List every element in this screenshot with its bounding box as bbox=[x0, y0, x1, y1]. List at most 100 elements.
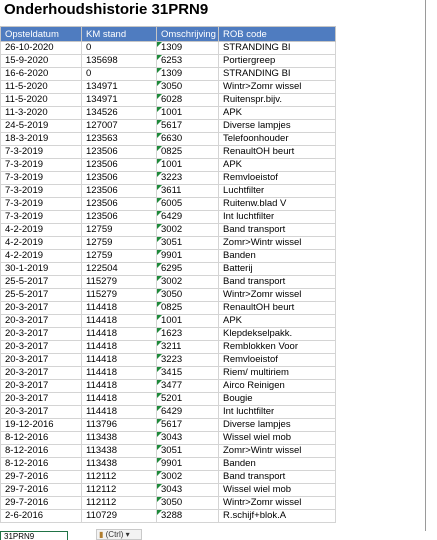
cell-rob-code[interactable]: RenaultOH beurt bbox=[218, 301, 336, 315]
column-header-omschrijving[interactable]: Omschrijving bbox=[156, 26, 219, 42]
cell-rob-code[interactable]: Banden bbox=[218, 457, 336, 471]
cell-rob-code[interactable]: Ruitenspr.bijv. bbox=[218, 93, 336, 107]
cell-opsteldatum[interactable]: 25-5-2017 bbox=[0, 288, 82, 302]
cell-rob-code[interactable]: Diverse lampjes bbox=[218, 119, 336, 133]
cell-opsteldatum[interactable]: 2-6-2016 bbox=[0, 509, 82, 523]
cell-rob-code[interactable]: Wissel wiel mob bbox=[218, 483, 336, 497]
cell-omschrijving[interactable]: 9901 bbox=[156, 457, 219, 471]
cell-opsteldatum[interactable]: 18-3-2019 bbox=[0, 132, 82, 146]
cell-omschrijving[interactable]: 1001 bbox=[156, 314, 219, 328]
cell-rob-code[interactable]: Band transport bbox=[218, 223, 336, 237]
cell-omschrijving[interactable]: 1309 bbox=[156, 41, 219, 55]
cell-rob-code[interactable]: APK bbox=[218, 106, 336, 120]
cell-rob-code[interactable]: Diverse lampjes bbox=[218, 418, 336, 432]
cell-rob-code[interactable]: APK bbox=[218, 158, 336, 172]
cell-omschrijving[interactable]: 1309 bbox=[156, 67, 219, 81]
cell-opsteldatum[interactable]: 4-2-2019 bbox=[0, 249, 82, 263]
cell-km-stand[interactable]: 123563 bbox=[81, 132, 157, 146]
cell-omschrijving[interactable]: 3223 bbox=[156, 353, 219, 367]
cell-omschrijving[interactable]: 3223 bbox=[156, 171, 219, 185]
cell-omschrijving[interactable]: 3415 bbox=[156, 366, 219, 380]
cell-omschrijving[interactable]: 0825 bbox=[156, 301, 219, 315]
cell-omschrijving[interactable]: 6429 bbox=[156, 210, 219, 224]
selected-cell[interactable]: 31PRN9 bbox=[0, 531, 68, 540]
cell-opsteldatum[interactable]: 8-12-2016 bbox=[0, 444, 82, 458]
column-header-opsteldatum[interactable]: Opsteldatum bbox=[0, 26, 82, 42]
cell-opsteldatum[interactable]: 30-1-2019 bbox=[0, 262, 82, 276]
cell-opsteldatum[interactable]: 29-7-2016 bbox=[0, 496, 82, 510]
cell-omschrijving[interactable]: 3211 bbox=[156, 340, 219, 354]
cell-rob-code[interactable]: Remblokken Voor bbox=[218, 340, 336, 354]
cell-rob-code[interactable]: RenaultOH beurt bbox=[218, 145, 336, 159]
cell-omschrijving[interactable]: 3288 bbox=[156, 509, 219, 523]
cell-opsteldatum[interactable]: 20-3-2017 bbox=[0, 301, 82, 315]
cell-km-stand[interactable]: 12759 bbox=[81, 223, 157, 237]
cell-omschrijving[interactable]: 3002 bbox=[156, 223, 219, 237]
cell-rob-code[interactable]: Telefoonhouder bbox=[218, 132, 336, 146]
cell-opsteldatum[interactable]: 11-3-2020 bbox=[0, 106, 82, 120]
cell-opsteldatum[interactable]: 7-3-2019 bbox=[0, 158, 82, 172]
cell-rob-code[interactable]: Zomr>Wintr wissel bbox=[218, 236, 336, 250]
cell-rob-code[interactable]: Band transport bbox=[218, 275, 336, 289]
cell-omschrijving[interactable]: 3043 bbox=[156, 431, 219, 445]
cell-rob-code[interactable]: Ruitenw.blad V bbox=[218, 197, 336, 211]
cell-km-stand[interactable]: 112112 bbox=[81, 470, 157, 484]
cell-opsteldatum[interactable]: 11-5-2020 bbox=[0, 80, 82, 94]
cell-km-stand[interactable]: 134971 bbox=[81, 80, 157, 94]
cell-omschrijving[interactable]: 3050 bbox=[156, 288, 219, 302]
cell-km-stand[interactable]: 113796 bbox=[81, 418, 157, 432]
cell-opsteldatum[interactable]: 20-3-2017 bbox=[0, 366, 82, 380]
cell-opsteldatum[interactable]: 4-2-2019 bbox=[0, 236, 82, 250]
cell-km-stand[interactable]: 114418 bbox=[81, 301, 157, 315]
cell-km-stand[interactable]: 12759 bbox=[81, 249, 157, 263]
cell-opsteldatum[interactable]: 7-3-2019 bbox=[0, 145, 82, 159]
column-header-km-stand[interactable]: KM stand bbox=[81, 26, 157, 42]
cell-omschrijving[interactable]: 6028 bbox=[156, 93, 219, 107]
cell-omschrijving[interactable]: 1001 bbox=[156, 158, 219, 172]
cell-omschrijving[interactable]: 6253 bbox=[156, 54, 219, 68]
cell-omschrijving[interactable]: 1001 bbox=[156, 106, 219, 120]
column-header-rob-code[interactable]: ROB code bbox=[218, 26, 336, 42]
cell-opsteldatum[interactable]: 25-5-2017 bbox=[0, 275, 82, 289]
cell-km-stand[interactable]: 0 bbox=[81, 67, 157, 81]
cell-km-stand[interactable]: 114418 bbox=[81, 314, 157, 328]
cell-opsteldatum[interactable]: 7-3-2019 bbox=[0, 184, 82, 198]
cell-km-stand[interactable]: 114418 bbox=[81, 405, 157, 419]
cell-opsteldatum[interactable]: 20-3-2017 bbox=[0, 340, 82, 354]
paste-options-button[interactable]: ▮ (Ctrl) ▾ bbox=[96, 529, 142, 540]
cell-rob-code[interactable]: Portiergreep bbox=[218, 54, 336, 68]
cell-opsteldatum[interactable]: 20-3-2017 bbox=[0, 405, 82, 419]
cell-km-stand[interactable]: 112112 bbox=[81, 496, 157, 510]
cell-km-stand[interactable]: 123506 bbox=[81, 197, 157, 211]
cell-km-stand[interactable]: 134526 bbox=[81, 106, 157, 120]
cell-km-stand[interactable]: 114418 bbox=[81, 379, 157, 393]
cell-opsteldatum[interactable]: 11-5-2020 bbox=[0, 93, 82, 107]
cell-km-stand[interactable]: 114418 bbox=[81, 392, 157, 406]
cell-rob-code[interactable]: Luchtfilter bbox=[218, 184, 336, 198]
cell-opsteldatum[interactable]: 20-3-2017 bbox=[0, 353, 82, 367]
cell-km-stand[interactable]: 115279 bbox=[81, 288, 157, 302]
cell-rob-code[interactable]: Band transport bbox=[218, 470, 336, 484]
cell-omschrijving[interactable]: 6630 bbox=[156, 132, 219, 146]
cell-km-stand[interactable]: 122504 bbox=[81, 262, 157, 276]
cell-opsteldatum[interactable]: 7-3-2019 bbox=[0, 210, 82, 224]
cell-km-stand[interactable]: 123506 bbox=[81, 171, 157, 185]
cell-km-stand[interactable]: 113438 bbox=[81, 444, 157, 458]
cell-opsteldatum[interactable]: 7-3-2019 bbox=[0, 197, 82, 211]
cell-omschrijving[interactable]: 3611 bbox=[156, 184, 219, 198]
cell-rob-code[interactable]: Wissel wiel mob bbox=[218, 431, 336, 445]
cell-km-stand[interactable]: 0 bbox=[81, 41, 157, 55]
cell-rob-code[interactable]: Batterij bbox=[218, 262, 336, 276]
cell-opsteldatum[interactable]: 7-3-2019 bbox=[0, 171, 82, 185]
cell-opsteldatum[interactable]: 24-5-2019 bbox=[0, 119, 82, 133]
cell-omschrijving[interactable]: 3051 bbox=[156, 236, 219, 250]
cell-rob-code[interactable]: R.schijf+blok.A bbox=[218, 509, 336, 523]
cell-rob-code[interactable]: Airco Reinigen bbox=[218, 379, 336, 393]
cell-omschrijving[interactable]: 6005 bbox=[156, 197, 219, 211]
cell-rob-code[interactable]: Remvloeistof bbox=[218, 171, 336, 185]
cell-rob-code[interactable]: Wintr>Zomr wissel bbox=[218, 80, 336, 94]
cell-km-stand[interactable]: 114418 bbox=[81, 353, 157, 367]
cell-rob-code[interactable]: STRANDING BI bbox=[218, 67, 336, 81]
cell-omschrijving[interactable]: 3043 bbox=[156, 483, 219, 497]
cell-rob-code[interactable]: Klepdekselpakk. bbox=[218, 327, 336, 341]
